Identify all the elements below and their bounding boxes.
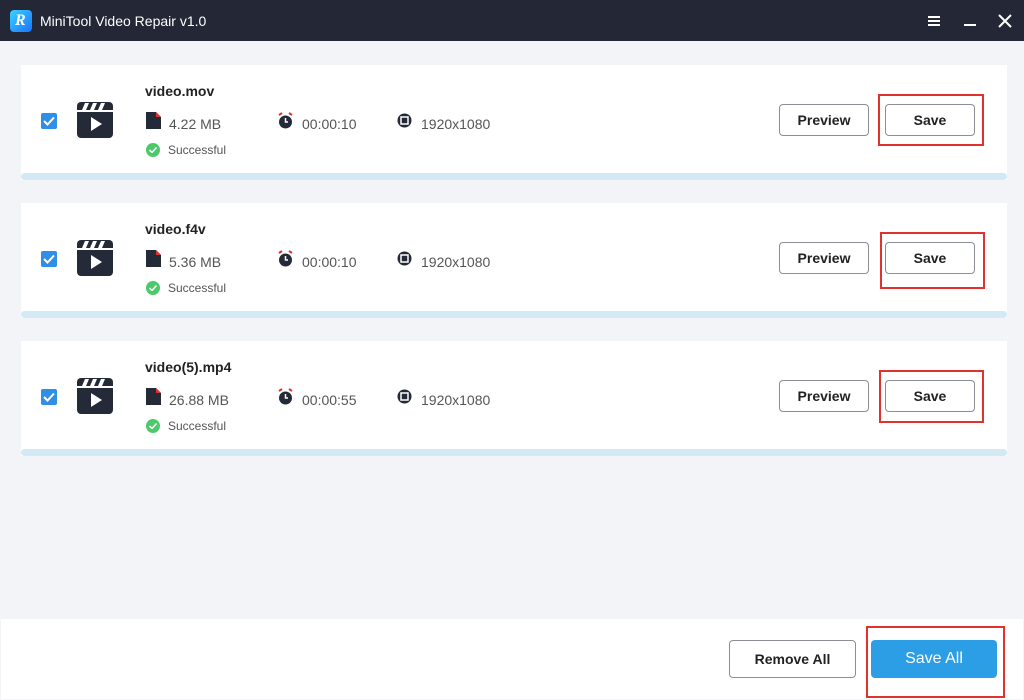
progress-bar	[21, 449, 1007, 456]
file-name: video.mov	[145, 83, 215, 99]
file-checkbox[interactable]	[41, 389, 57, 405]
file-size: 5.36 MB	[169, 254, 222, 270]
file-size-icon	[146, 112, 161, 129]
save-highlight-box	[880, 232, 985, 289]
success-icon	[146, 419, 160, 433]
hamburger-icon[interactable]	[923, 10, 945, 32]
file-resolution: 1920x1080	[421, 392, 491, 408]
file-list: video.mov 4.22 MB 00:00:10 1920x1080 Suc…	[1, 41, 1023, 619]
footer-bar: Remove All Save All	[1, 619, 1023, 699]
file-size-icon	[146, 388, 161, 405]
preview-button[interactable]: Preview	[779, 104, 869, 136]
save-all-highlight-box	[866, 626, 1005, 698]
file-status: Successful	[168, 281, 227, 295]
duration-icon	[278, 388, 293, 405]
file-duration: 00:00:10	[302, 116, 357, 132]
file-size-icon	[146, 250, 161, 267]
file-resolution: 1920x1080	[421, 116, 491, 132]
file-size: 26.88 MB	[169, 392, 229, 408]
progress-bar	[21, 173, 1007, 180]
file-size: 4.22 MB	[169, 116, 222, 132]
resolution-icon	[397, 389, 412, 404]
video-file-icon	[77, 240, 113, 276]
close-icon[interactable]	[994, 10, 1016, 32]
video-file-icon	[77, 102, 113, 138]
save-highlight-box	[878, 94, 984, 146]
title-bar: R MiniTool Video Repair v1.0	[0, 0, 1024, 41]
progress-bar	[21, 311, 1007, 318]
file-card: video.mov 4.22 MB 00:00:10 1920x1080 Suc…	[21, 65, 1007, 180]
minimize-icon[interactable]	[959, 10, 981, 32]
video-file-icon	[77, 378, 113, 414]
app-title: MiniTool Video Repair v1.0	[40, 13, 207, 29]
success-icon	[146, 143, 160, 157]
file-status: Successful	[168, 419, 227, 433]
remove-all-button[interactable]: Remove All	[729, 640, 856, 678]
duration-icon	[278, 250, 293, 267]
file-checkbox[interactable]	[41, 251, 57, 267]
file-card: video(5).mp4 26.88 MB 00:00:55 1920x1080…	[21, 341, 1007, 456]
file-checkbox[interactable]	[41, 113, 57, 129]
duration-icon	[278, 112, 293, 129]
file-status: Successful	[168, 143, 227, 157]
success-icon	[146, 281, 160, 295]
save-highlight-box	[879, 370, 984, 423]
file-resolution: 1920x1080	[421, 254, 491, 270]
resolution-icon	[397, 251, 412, 266]
file-duration: 00:00:10	[302, 254, 357, 270]
file-duration: 00:00:55	[302, 392, 357, 408]
resolution-icon	[397, 113, 412, 128]
file-name: video.f4v	[145, 221, 206, 237]
file-name: video(5).mp4	[145, 359, 232, 375]
app-logo: R	[10, 10, 32, 32]
file-card: video.f4v 5.36 MB 00:00:10 1920x1080 Suc…	[21, 203, 1007, 318]
app-logo-letter: R	[15, 12, 26, 29]
preview-button[interactable]: Preview	[779, 242, 869, 274]
preview-button[interactable]: Preview	[779, 380, 869, 412]
